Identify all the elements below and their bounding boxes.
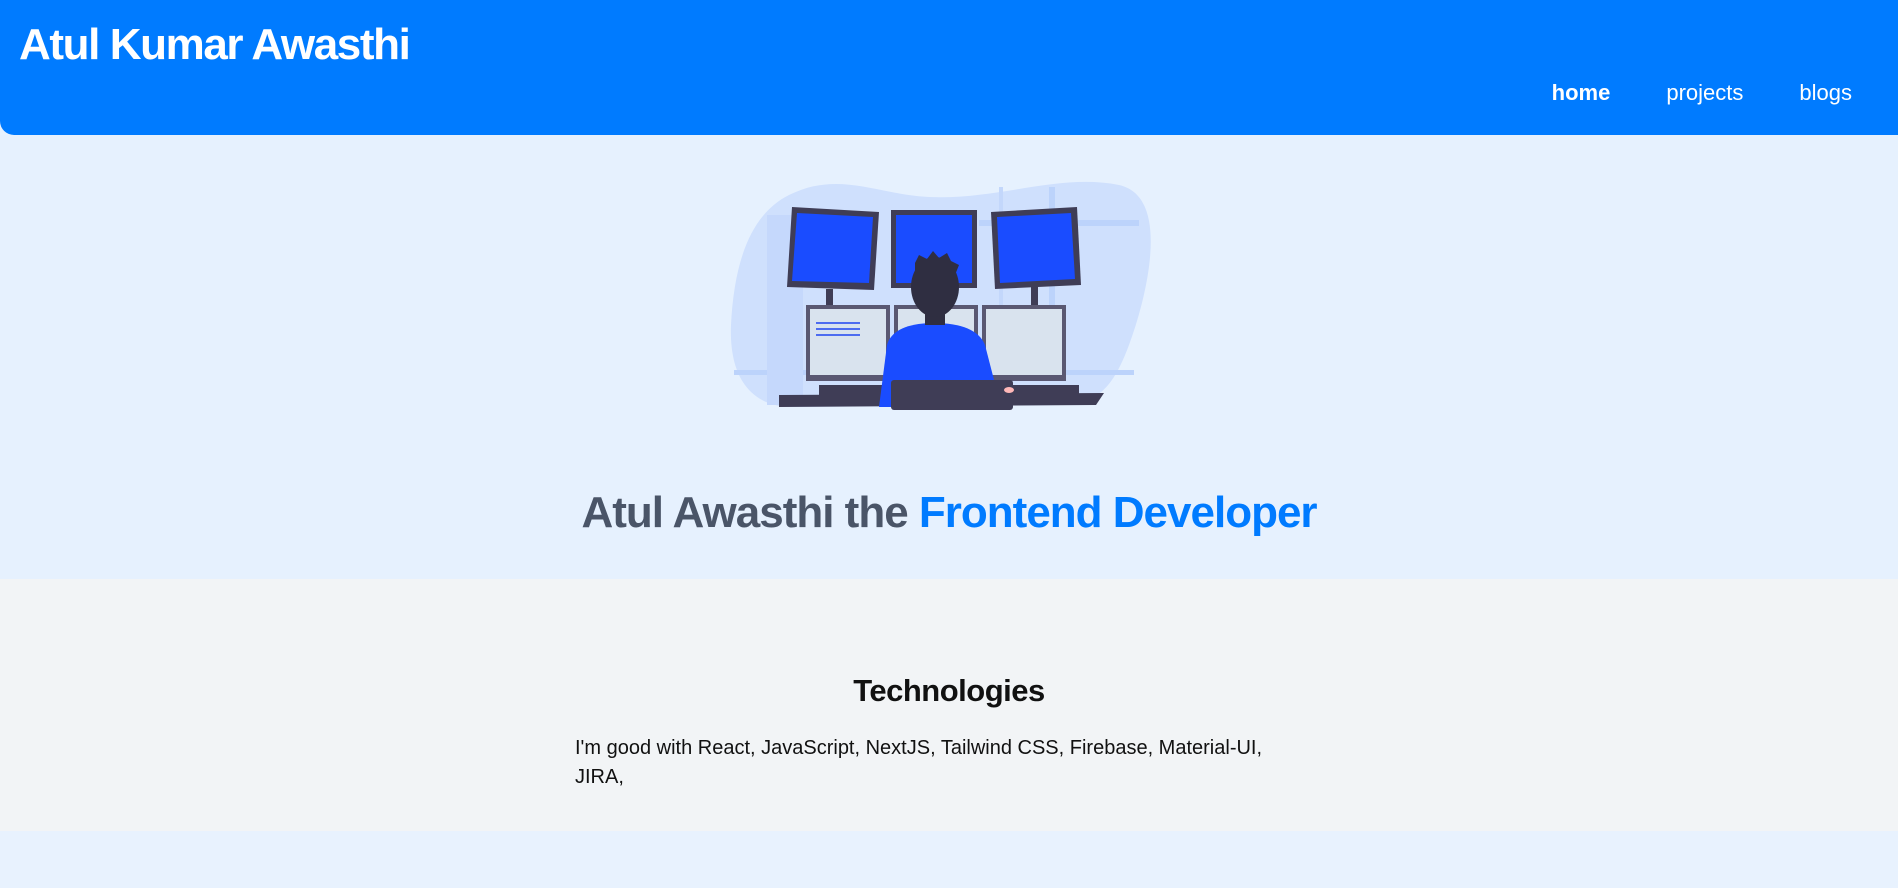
nav-link-home[interactable]: home (1552, 80, 1611, 106)
hero-title-accent: Frontend Developer (918, 488, 1318, 538)
hero-section: Atul Awasthi the Frontend Developer (0, 135, 1898, 579)
hero-title: Atul Awasthi the Frontend Developer (0, 488, 1898, 538)
nav-links: home projects blogs (1552, 80, 1852, 106)
hero-title-prefix: Atul Awasthi the (581, 488, 919, 538)
monitor-right-bottom (982, 305, 1066, 381)
footer-strip (0, 831, 1898, 888)
nav-link-projects[interactable]: projects (1666, 80, 1743, 106)
navbar: Atul Kumar Awasthi home projects blogs (0, 0, 1898, 135)
nav-link-blogs[interactable]: blogs (1799, 80, 1852, 106)
site-title[interactable]: Atul Kumar Awasthi (19, 20, 411, 70)
technologies-heading: Technologies (853, 672, 1045, 708)
developer-illustration (730, 181, 1151, 410)
monitor-left-bottom (806, 305, 890, 381)
technologies-section: Technologies I'm good with React, JavaSc… (0, 579, 1898, 831)
technologies-text: I'm good with React, JavaScript, NextJS,… (575, 737, 1263, 788)
